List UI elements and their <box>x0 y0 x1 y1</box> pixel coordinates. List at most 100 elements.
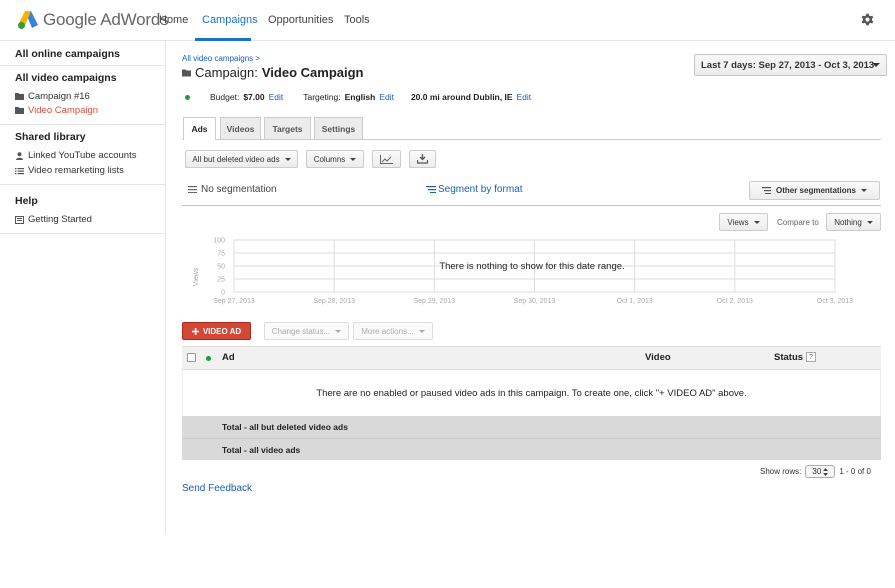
column-header-status[interactable]: Status <box>774 352 803 363</box>
no-segmentation-option[interactable]: No segmentation <box>188 184 277 195</box>
send-feedback-link[interactable]: Send Feedback <box>182 483 252 494</box>
chevron-down-icon <box>872 63 880 67</box>
tab-targets[interactable]: Targets <box>264 117 311 139</box>
targeting-value: English <box>344 92 376 102</box>
select-all-checkbox[interactable] <box>187 353 196 362</box>
chart-empty-message: There is nothing to show for this date r… <box>439 261 624 272</box>
download-icon <box>417 154 428 164</box>
chart-x-tick-label: Oct 3, 2013 <box>817 298 853 305</box>
compare-value: Nothing <box>834 217 862 227</box>
table-header: Ad Video Status ? <box>182 346 881 370</box>
sidebar-item-label: Video Campaign <box>28 105 99 116</box>
chart-y-axis-label: Views <box>193 267 200 286</box>
add-video-ad-label: VIDEO AD <box>202 326 242 336</box>
targeting-label: Targeting: <box>303 92 341 102</box>
other-segmentations-label: Other segmentations <box>775 186 856 195</box>
compare-dropdown[interactable]: Nothing <box>826 213 881 231</box>
sidebar-all-online-campaigns[interactable]: All online campaigns <box>15 48 120 60</box>
date-range-selector[interactable]: Last 7 days: Sep 27, 2013 - Oct 3, 2013 <box>694 54 887 76</box>
chart-x-tick-label: Sep 28, 2013 <box>313 298 355 305</box>
column-header-ad[interactable]: Ad <box>222 352 235 363</box>
date-range-label: Last 7 days: Sep 27, 2013 - Oct 3, 2013 <box>701 59 875 71</box>
list-icon <box>15 167 24 174</box>
sidebar-shared-library[interactable]: Shared library <box>15 131 86 143</box>
chevron-down-icon <box>284 157 291 161</box>
budget-edit-link[interactable]: Edit <box>269 92 284 102</box>
gear-icon[interactable] <box>860 12 875 27</box>
nav-campaigns[interactable]: Campaigns <box>202 14 258 26</box>
list-icon <box>188 186 197 193</box>
chevron-down-icon <box>861 189 867 192</box>
chart-y-tick-label: 25 <box>217 277 225 284</box>
tab-ads[interactable]: Ads <box>183 117 216 140</box>
nav-tools[interactable]: Tools <box>344 14 370 26</box>
tab-settings[interactable]: Settings <box>314 117 363 139</box>
line-chart-icon <box>380 154 393 164</box>
chart-y-tick-label: 50 <box>217 264 225 271</box>
chevron-down-icon <box>753 220 760 224</box>
tab-videos[interactable]: Videos <box>220 117 261 139</box>
sidebar-item-campaign-16[interactable]: Campaign #16 <box>15 91 90 102</box>
nav-home[interactable]: Home <box>159 14 188 26</box>
chart-x-tick-label: Sep 27, 2013 <box>213 298 255 305</box>
chevron-down-icon <box>350 157 357 161</box>
book-icon <box>15 215 24 224</box>
campaign-name: Video Campaign <box>261 65 364 80</box>
location-edit-link[interactable]: Edit <box>517 92 532 102</box>
total-row-non-deleted: Total - all but deleted video ads <box>182 416 881 438</box>
sidebar-item-label: Video remarketing lists <box>28 165 124 176</box>
pagination: Show rows: 30 1 - 0 of 0 <box>760 465 871 478</box>
help-icon[interactable]: ? <box>806 352 816 362</box>
chart-toggle-button[interactable] <box>372 150 401 168</box>
ad-filter-label: All but deleted video ads <box>192 154 280 164</box>
column-header-video[interactable]: Video <box>645 352 671 363</box>
columns-label: Columns <box>313 154 346 164</box>
sidebar-help[interactable]: Help <box>15 195 38 207</box>
segmentation-divider <box>182 205 881 206</box>
rows-per-page-value: 30 <box>812 467 822 476</box>
sidebar-all-video-campaigns[interactable]: All video campaigns <box>15 72 117 84</box>
columns-dropdown[interactable]: Columns <box>306 150 364 168</box>
plus-icon <box>191 327 199 335</box>
sidebar-item-label: Campaign #16 <box>28 91 90 102</box>
no-segmentation-label: No segmentation <box>201 184 277 195</box>
sidebar-item-remarketing-lists[interactable]: Video remarketing lists <box>15 165 124 176</box>
download-button[interactable] <box>409 150 436 168</box>
chevron-down-icon <box>418 329 425 333</box>
ad-filter-dropdown[interactable]: All but deleted video ads <box>185 150 298 168</box>
folder-icon <box>182 69 191 76</box>
sidebar-item-label: Linked YouTube accounts <box>28 150 137 161</box>
chart-y-tick-label: 100 <box>213 238 225 245</box>
breadcrumb[interactable]: All video campaigns > <box>182 54 260 63</box>
segment-by-format-link[interactable]: Segment by format <box>426 184 522 195</box>
segment-icon <box>426 186 436 193</box>
metric-dropdown[interactable]: Views <box>719 213 768 231</box>
add-video-ad-button[interactable]: VIDEO AD <box>182 322 251 340</box>
adwords-logo[interactable]: Google AdWords <box>17 10 169 30</box>
folder-icon <box>15 107 24 114</box>
status-dot-icon <box>185 94 190 100</box>
sidebar-item-linked-youtube[interactable]: Linked YouTube accounts <box>15 150 136 161</box>
change-status-label: Change status... <box>271 326 331 336</box>
brand-name: Google AdWords <box>43 10 169 29</box>
up-down-arrows-icon <box>823 467 829 476</box>
chart-x-tick-label: Sep 30, 2013 <box>514 298 556 305</box>
other-segmentations-dropdown[interactable]: Other segmentations <box>749 181 880 200</box>
change-status-dropdown[interactable]: Change status... <box>264 322 349 340</box>
chevron-down-icon <box>866 220 873 224</box>
targeting-edit-link[interactable]: Edit <box>379 92 394 102</box>
chart-y-tick-label: 75 <box>217 251 225 258</box>
show-rows-label: Show rows: <box>760 467 802 476</box>
compare-to-label: Compare to <box>777 218 819 227</box>
sidebar-item-label: Getting Started <box>28 214 92 225</box>
chart-x-tick-label: Oct 2, 2013 <box>717 298 753 305</box>
segment-by-format-label: Segment by format <box>438 184 523 195</box>
sidebar: All online campaigns All video campaigns… <box>0 41 166 533</box>
nav-opportunities[interactable]: Opportunities <box>268 14 333 26</box>
rows-per-page-select[interactable]: 30 <box>805 465 836 478</box>
chart-y-tick-label: 0 <box>221 290 225 297</box>
sidebar-item-video-campaign[interactable]: Video Campaign <box>15 105 98 116</box>
metric-label: Views <box>727 217 749 227</box>
sidebar-item-getting-started[interactable]: Getting Started <box>15 214 92 225</box>
more-actions-dropdown[interactable]: More actions... <box>353 322 433 340</box>
